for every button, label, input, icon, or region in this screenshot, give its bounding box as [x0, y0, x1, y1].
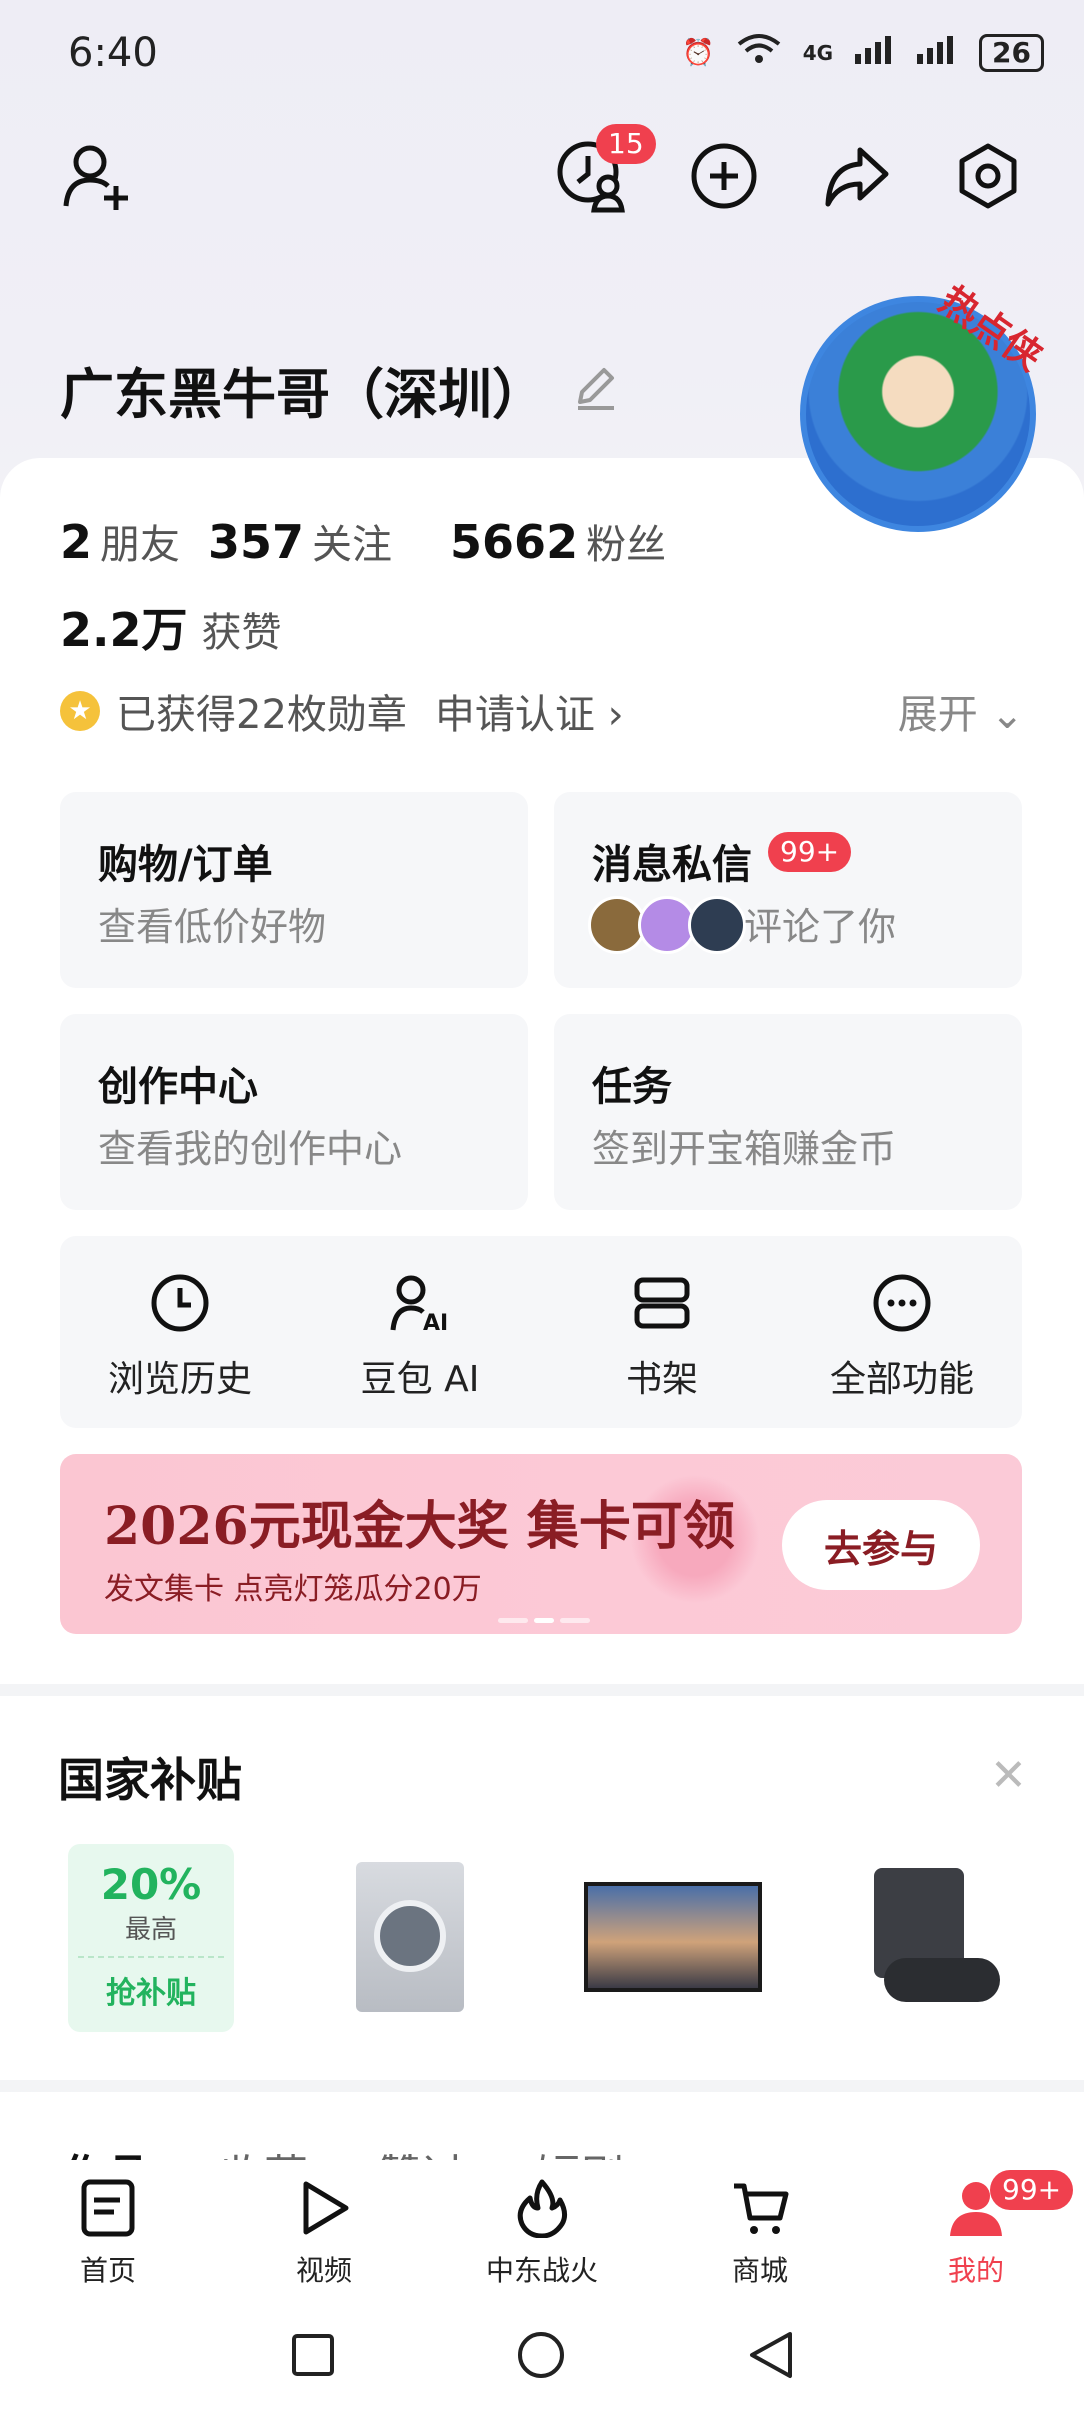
quick-actions: 浏览历史 AI 豆包 AI 书架 全部功能 — [60, 1236, 1022, 1428]
creator-sub: 查看我的创作中心 — [98, 1127, 403, 1171]
settings-button[interactable] — [946, 134, 1030, 218]
fans-stat[interactable]: 5662 粉丝 — [450, 512, 666, 570]
tv-product[interactable] — [584, 1882, 762, 1992]
alarm-icon: ⏰ — [682, 37, 715, 68]
subsidy-top-label: 最高 — [124, 1915, 177, 1945]
square-icon — [292, 2334, 334, 2376]
profile-badge: 99+ — [990, 2170, 1074, 2210]
messages-sub: 评论了你 — [744, 905, 897, 949]
home-icon — [81, 2179, 135, 2237]
add-user-icon — [63, 145, 128, 210]
ai-assistant-icon: AI — [390, 1275, 448, 1336]
close-icon[interactable]: ✕ — [990, 1750, 1027, 1801]
create-button[interactable] — [682, 134, 766, 218]
nav-hot-topic[interactable]: 中东战火 — [462, 2178, 622, 2289]
likes-stat: 2.2万 获赞 — [60, 594, 282, 660]
back-button[interactable] — [746, 2330, 796, 2384]
join-button[interactable]: 去参与 — [782, 1500, 980, 1590]
edit-pencil-icon — [578, 368, 614, 410]
messages-title: 消息私信 — [592, 842, 752, 888]
section-divider — [0, 2080, 1084, 2092]
add-friend-button[interactable] — [54, 134, 138, 218]
play-icon — [303, 2181, 349, 2235]
creator-card[interactable]: 创作中心 查看我的创作中心 — [60, 1014, 528, 1210]
profile-name: 广东黑牛哥（深圳） — [60, 363, 546, 426]
medals-row: ★ 已获得22枚勋章 申请认证 › 展开 ⌄ — [60, 682, 1024, 740]
system-nav — [0, 2310, 1084, 2412]
shopping-title: 购物/订单 — [98, 842, 273, 888]
creator-title: 创作中心 — [98, 1064, 258, 1110]
signal-icon — [855, 34, 895, 71]
more-icon — [873, 1274, 931, 1332]
svg-text:AI: AI — [423, 1311, 448, 1334]
commenter-avatars — [588, 896, 746, 954]
network-label: 4G — [802, 40, 834, 65]
quick-history[interactable]: 浏览历史 — [80, 1272, 280, 1402]
likes-value: 2.2万 — [60, 603, 188, 657]
status-icons: ⏰ 4G 26 — [682, 32, 1044, 73]
friends-stat[interactable]: 2 朋友 — [60, 512, 180, 570]
messages-badge: 99+ — [768, 832, 852, 872]
home-button[interactable] — [516, 2330, 566, 2384]
quick-ai[interactable]: AI 豆包 AI — [320, 1272, 520, 1402]
quick-bookshelf[interactable]: 书架 — [562, 1272, 762, 1402]
share-button[interactable] — [814, 134, 898, 218]
recents-button[interactable] — [290, 2332, 336, 2382]
nav-mall[interactable]: 商城 — [680, 2178, 840, 2289]
bottom-nav: 首页 视频 中东战火 商城 我的 99+ — [0, 2160, 1084, 2310]
circle-icon — [518, 2332, 564, 2378]
share-icon — [825, 147, 889, 207]
signal-icon-2 — [917, 34, 957, 71]
promo-banner[interactable]: 2026元现金大奖 集卡可领 发文集卡 点亮灯笼瓜分20万 去参与 — [60, 1454, 1022, 1634]
section-divider — [0, 1684, 1084, 1696]
gear-icon — [959, 143, 1017, 209]
plus-circle-icon — [691, 143, 757, 209]
certify-link[interactable]: 申请认证 › — [435, 682, 624, 740]
triangle-back-icon — [750, 2332, 792, 2378]
fire-icon — [517, 2179, 568, 2239]
subsidy-percent: 20% — [100, 1860, 202, 1909]
commenter-avatar — [688, 896, 746, 954]
tasks-card[interactable]: 任务 签到开宝箱赚金币 — [554, 1014, 1022, 1210]
cart-icon — [734, 2183, 789, 2234]
profile-sheet — [0, 458, 1084, 2412]
washing-machine-product[interactable] — [356, 1862, 464, 2012]
bookshelf-icon — [634, 1277, 690, 1329]
banner-subtitle: 发文集卡 点亮灯笼瓜分20万 — [104, 1572, 482, 1607]
expand-button[interactable]: 展开 ⌄ — [898, 682, 1024, 740]
status-time: 6:40 — [68, 30, 158, 76]
avatar[interactable]: 热点侠 — [800, 278, 1050, 532]
shopping-sub: 查看低价好物 — [98, 905, 327, 949]
carousel-indicator — [498, 1618, 590, 1623]
wifi-icon — [737, 32, 781, 73]
quick-all-features[interactable]: 全部功能 — [802, 1272, 1002, 1402]
following-stat[interactable]: 357 关注 — [208, 512, 392, 570]
medal-icon: ★ — [60, 691, 100, 731]
messages-card[interactable]: 消息私信 99+ 评论了你 — [554, 792, 1022, 988]
clock-icon — [151, 1274, 209, 1332]
shopping-card[interactable]: 购物/订单 查看低价好物 — [60, 792, 528, 988]
nav-home[interactable]: 首页 — [28, 2178, 188, 2289]
tasks-sub: 签到开宝箱赚金币 — [592, 1127, 897, 1171]
stats-row: 2 朋友 357 关注 5662 粉丝 — [60, 512, 666, 570]
nav-video[interactable]: 视频 — [244, 2178, 404, 2289]
banner-title: 2026元现金大奖 集卡可领 — [104, 1496, 735, 1557]
robot-vacuum-product[interactable] — [864, 1868, 1004, 2008]
grab-subsidy-button[interactable]: 抢补贴 — [68, 1968, 234, 2012]
edit-name-button[interactable] — [570, 362, 620, 416]
likes-label: 获赞 — [201, 610, 282, 656]
tasks-title: 任务 — [592, 1064, 672, 1110]
notification-badge: 15 — [596, 124, 656, 164]
medals-text[interactable]: 已获得22枚勋章 — [116, 682, 407, 740]
subsidy-title: 国家补贴 — [58, 1753, 242, 1807]
battery-indicator: 26 — [979, 33, 1044, 72]
subsidy-tag[interactable]: 20% 最高 抢补贴 — [68, 1844, 234, 2032]
